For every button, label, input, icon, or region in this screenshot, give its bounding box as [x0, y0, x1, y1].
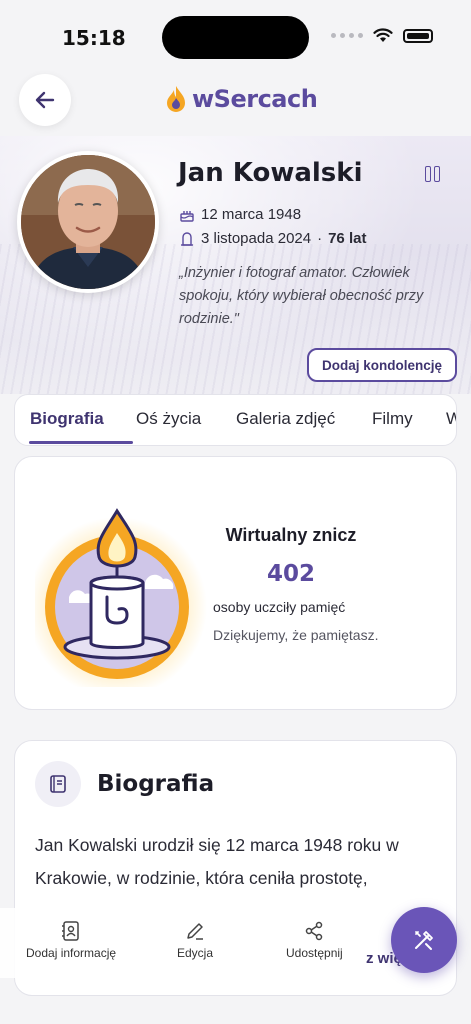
pause-icon[interactable]: [425, 166, 440, 182]
id-card-icon: [62, 921, 79, 941]
arrow-left-icon: [35, 91, 55, 109]
status-bar: 15:18: [0, 0, 471, 70]
tab-os-zycia[interactable]: Oś życia: [136, 409, 201, 429]
birth-date-row: 12 marca 1948: [179, 206, 301, 223]
edit-button[interactable]: Edycja: [177, 920, 213, 960]
top-bar: wSercach: [0, 70, 471, 136]
candle-count: 402: [266, 561, 315, 587]
status-icons: [331, 28, 433, 43]
share-icon: [306, 921, 323, 941]
book-icon: [35, 761, 81, 807]
biography-title: Biografia: [97, 771, 215, 797]
profile-hero: Jan Kowalski 12 marca 1948 3 listopada 2…: [0, 136, 471, 394]
tools-icon: [415, 931, 433, 950]
share-button[interactable]: Udostępnij: [286, 920, 343, 960]
status-time: 15:18: [62, 26, 126, 50]
person-name: Jan Kowalski: [178, 158, 363, 188]
active-tab-indicator: [29, 441, 133, 444]
flame-logo-icon: [167, 86, 185, 112]
wifi-icon: [373, 28, 393, 42]
edit-label: Edycja: [177, 946, 214, 960]
date-separator: ·: [317, 230, 323, 247]
candle-thanks: Dziękujemy, że pamiętasz.: [213, 627, 379, 643]
biography-text: Jan Kowalski urodził się 12 marca 1948 r…: [35, 835, 399, 888]
dynamic-island: [162, 16, 309, 59]
cake-icon: [180, 210, 194, 222]
candle-icon[interactable]: [35, 497, 225, 687]
virtual-candle-card: Wirtualny znicz 402 osoby uczciły pamięć…: [14, 456, 457, 710]
tab-galeria[interactable]: Galeria zdjęć: [236, 409, 335, 429]
battery-icon: [403, 28, 433, 43]
candle-title: Wirtualny znicz: [225, 525, 357, 545]
death-date: 3 listopada 2024: [201, 230, 312, 247]
app-logo: wSercach: [164, 84, 318, 114]
logo-text: wSercach: [192, 85, 318, 113]
tab-filmy[interactable]: Filmy: [372, 409, 413, 429]
age: 76 lat: [328, 230, 367, 247]
add-info-label: Dodaj informację: [26, 946, 117, 960]
back-button[interactable]: [19, 74, 71, 126]
add-info-button[interactable]: Dodaj informację: [26, 920, 116, 960]
tab-more[interactable]: W: [446, 409, 456, 429]
tombstone-icon: [181, 231, 193, 246]
floating-action-button[interactable]: [391, 907, 457, 973]
birth-date: 12 marca 1948: [201, 206, 302, 223]
share-label: Udostępnij: [286, 946, 343, 960]
avatar[interactable]: [17, 151, 159, 293]
candle-subtitle: osoby uczciły pamięć: [213, 599, 346, 615]
bottom-action-bar: Dodaj informację Edycja Udostępnij: [0, 908, 380, 978]
signal-icon: [331, 33, 363, 38]
profile-quote: „Inżynier i fotograf amator. Człowiek sp…: [179, 265, 424, 327]
add-condolence-button[interactable]: Dodaj kondolencję: [307, 348, 457, 382]
death-date-row: 3 listopada 2024 · 76 lat: [179, 230, 366, 247]
tab-biografia[interactable]: Biografia: [30, 409, 104, 429]
tab-bar: Biografia Oś życia Galeria zdjęć Filmy W: [14, 394, 457, 446]
pencil-icon: [187, 923, 204, 940]
